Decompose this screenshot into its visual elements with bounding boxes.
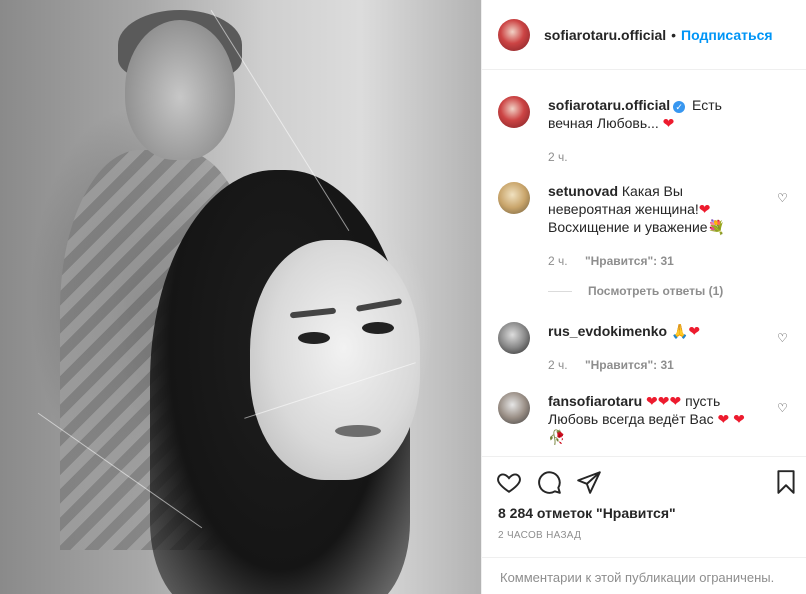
view-replies[interactable]: Посмотреть ответы (1)	[548, 284, 723, 298]
follow-button[interactable]: Подписаться	[681, 27, 773, 43]
separator-dot: •	[671, 26, 677, 43]
comment-item: fansofiarotaru ❤❤❤ пусть Любовь всегда в…	[498, 392, 793, 446]
comments-list[interactable]: sofiarotaru.official ✓ Есть вечная Любовь…	[482, 70, 806, 456]
comment-icon[interactable]	[536, 469, 562, 495]
comment-like-icon[interactable]: ♡	[777, 402, 789, 414]
comment-item: rus_evdokimenko 🙏❤ 2 ч. "Нравится": 31	[498, 322, 793, 374]
author-avatar[interactable]	[498, 96, 530, 128]
post-actions: 8 284 отметок "Нравится" 2 ЧАСОВ НАЗАД К…	[482, 456, 806, 594]
bookmark-icon[interactable]	[773, 469, 799, 495]
heart-emoji: ❤	[688, 323, 701, 339]
comments-limited-notice: Комментарии к этой публикации ограничены…	[482, 557, 806, 594]
heart-emoji: ❤	[717, 411, 730, 427]
comment-text: 🙏	[670, 323, 689, 339]
share-icon[interactable]	[576, 469, 602, 495]
heart-emoji: ❤	[662, 115, 675, 131]
caption-time: 2 ч.	[548, 150, 568, 164]
commenter-username[interactable]: rus_evdokimenko	[548, 323, 667, 339]
commenter-avatar[interactable]	[498, 392, 530, 424]
view-replies-label[interactable]: Посмотреть ответы (1)	[588, 284, 723, 298]
commenter-username[interactable]: fansofiarotaru	[548, 393, 642, 409]
comment-likes[interactable]: "Нравится": 31	[585, 358, 674, 372]
post-header: sofiarotaru.official • Подписаться	[482, 0, 806, 70]
author-avatar[interactable]	[498, 18, 530, 51]
comment-item: setunovad Какая Вы невероятная женщина!❤…	[498, 182, 793, 270]
caption: sofiarotaru.official ✓ Есть вечная Любовь…	[498, 96, 793, 166]
post-photo[interactable]	[0, 0, 481, 594]
hearts-emoji: ❤❤❤	[646, 393, 682, 409]
heart-emoji: ❤	[698, 201, 711, 217]
replies-divider	[548, 290, 572, 292]
caption-username[interactable]: sofiarotaru.official	[548, 97, 670, 113]
comment-time: 2 ч.	[548, 358, 568, 372]
comment-likes[interactable]: "Нравится": 31	[585, 254, 674, 268]
commenter-username[interactable]: setunovad	[548, 183, 618, 199]
comment-text-2: Восхищение и уважение	[548, 219, 708, 235]
comment-time: 2 ч.	[548, 254, 568, 268]
bouquet-emoji: 💐	[707, 219, 726, 235]
photo-face	[250, 240, 420, 480]
commenter-avatar[interactable]	[498, 322, 530, 354]
author-username[interactable]: sofiarotaru.official	[544, 27, 666, 43]
post-time[interactable]: 2 ЧАСОВ НАЗАД	[498, 530, 581, 541]
likes-count[interactable]: 8 284 отметок "Нравится"	[498, 505, 676, 521]
heart-icon[interactable]	[496, 469, 522, 495]
post-side-panel: sofiarotaru.official • Подписаться sofia…	[481, 0, 806, 594]
verified-badge-icon: ✓	[673, 101, 686, 113]
commenter-avatar[interactable]	[498, 182, 530, 214]
comment-like-icon[interactable]: ♡	[777, 332, 789, 344]
comment-like-icon[interactable]: ♡	[777, 192, 789, 204]
